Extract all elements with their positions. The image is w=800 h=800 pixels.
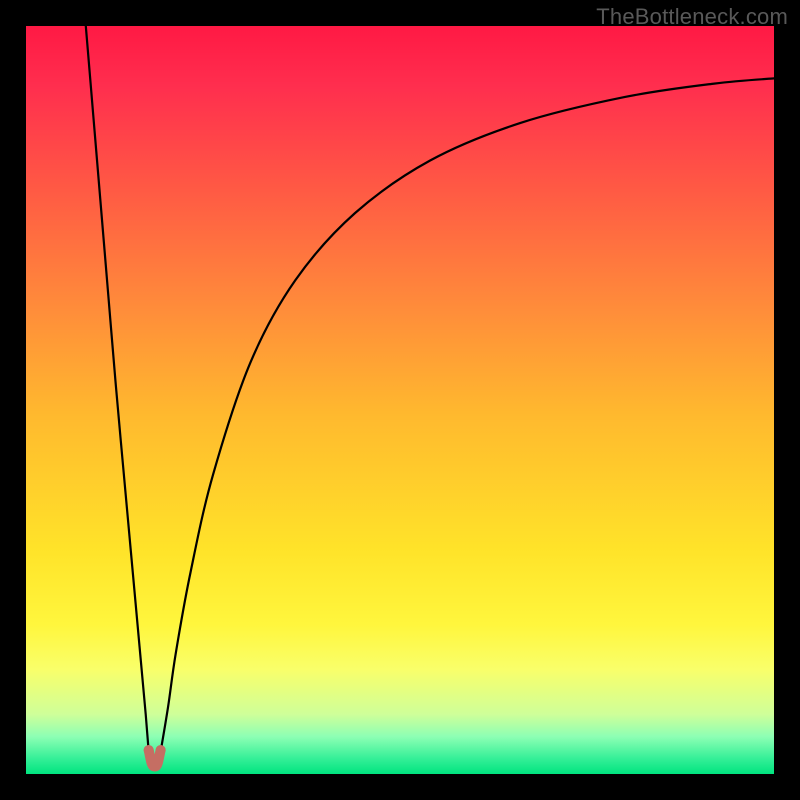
optimal-marker-dot-right bbox=[156, 745, 166, 755]
watermark-text: TheBottleneck.com bbox=[596, 4, 788, 30]
curve-left-branch bbox=[86, 26, 149, 752]
optimal-marker-dot-left bbox=[144, 745, 154, 755]
curve-right-branch bbox=[161, 78, 774, 751]
plot-frame bbox=[26, 26, 774, 774]
bottleneck-curve-svg bbox=[26, 26, 774, 774]
